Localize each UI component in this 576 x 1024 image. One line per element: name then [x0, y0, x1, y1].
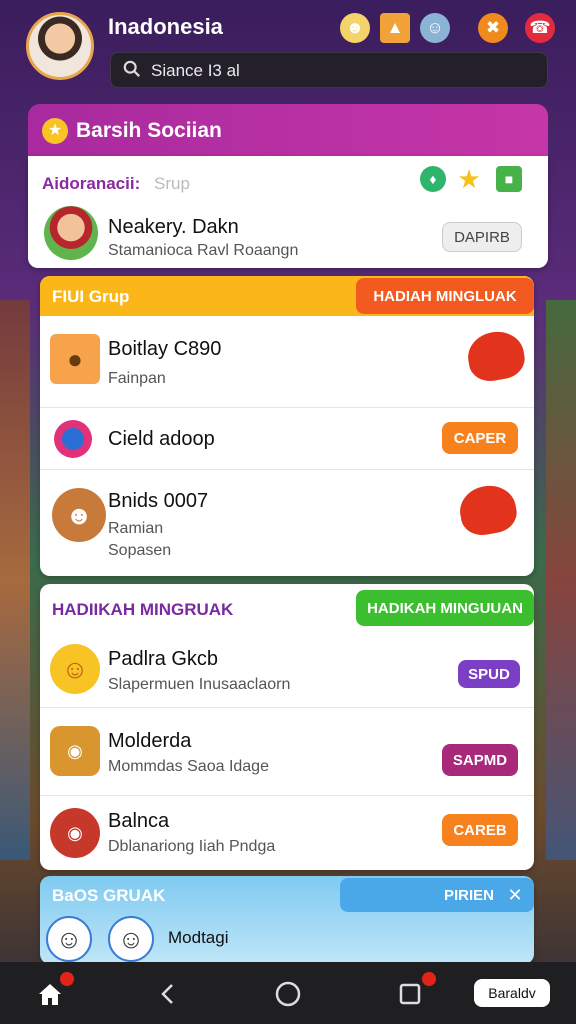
- group2-label: HADIIKAH MINGRUAK: [52, 600, 234, 619]
- admin-box: Aidoranacii: Srup ♦ ★ ■ Neakery. Dakn St…: [28, 156, 548, 268]
- item-sub: Ramian: [108, 520, 164, 537]
- friend-avatar[interactable]: ☺: [46, 916, 92, 962]
- item-button[interactable]: SAPMD: [442, 744, 518, 776]
- search-input[interactable]: [151, 58, 531, 84]
- group3-box: BaOS GRUAK PIRIEN ✕ ☺ ☺ Modtagi: [40, 876, 534, 964]
- list-item[interactable]: Cield adoop CAPER: [40, 408, 534, 470]
- recents-icon[interactable]: [394, 978, 426, 1010]
- group3-name: Modtagi: [168, 928, 229, 947]
- panel-header: ★ Barsih Sociian: [28, 104, 548, 156]
- recents-notification-dot: [422, 972, 436, 986]
- home-circle-icon[interactable]: [272, 978, 304, 1010]
- item-name: Boitlay C890: [108, 338, 222, 360]
- nav-pill-button[interactable]: Baraldv: [474, 979, 550, 1007]
- item-sub: Mommdas Saoa Idage: [108, 758, 269, 775]
- item-sub: Slapermuen Inusaaclaorn: [108, 676, 291, 693]
- list-item[interactable]: ☻ Bnids 0007 Ramian Sopasen: [40, 470, 534, 576]
- cube-icon[interactable]: ■: [496, 166, 522, 192]
- reward-heart-icon[interactable]: [464, 327, 528, 385]
- group1-box: FIUI Grup HADIAH MINGLUAK ● Boitlay C890…: [40, 276, 534, 576]
- group2-tag[interactable]: HADIKAH MINGUUAN: [356, 590, 534, 626]
- cat-avatar-icon: ●: [50, 334, 100, 384]
- pot-avatar-icon: ◉: [50, 726, 100, 776]
- reward-heart-icon[interactable]: [456, 481, 520, 539]
- user-avatar[interactable]: [44, 206, 98, 260]
- profile-avatar[interactable]: [26, 12, 94, 80]
- group1-label: FIUI Grup: [52, 287, 130, 306]
- smiley-avatar-icon: ☺: [50, 644, 100, 694]
- group2-box: HADIIKAH MINGRUAK HADIKAH MINGUUAN ☺ Pad…: [40, 584, 534, 870]
- item-name: Cield adoop: [108, 428, 215, 450]
- group1-tag[interactable]: HADIAH MINGLUAK: [356, 278, 534, 314]
- group3-label: BaOS GRUAK: [52, 886, 166, 905]
- gift-icon[interactable]: ♦: [420, 166, 446, 192]
- item-name: Balnca: [108, 810, 170, 832]
- item-button[interactable]: CAREB: [442, 814, 518, 846]
- star-icon[interactable]: ★: [456, 164, 482, 194]
- list-item[interactable]: ● Boitlay C890 Fainpan: [40, 316, 534, 408]
- list-item[interactable]: ☺ Padlra Gkcb Slapermuen Inusaaclaorn SP…: [40, 628, 534, 708]
- monkey-avatar-icon: ☻: [52, 488, 106, 542]
- admin-placeholder: Srup: [154, 174, 190, 193]
- item-name: Padlra Gkcb: [108, 648, 219, 670]
- friend-avatar-icon[interactable]: ☺: [420, 13, 450, 43]
- admin-user-button[interactable]: DAPIRB: [442, 222, 522, 252]
- header: Inadonesia ☻ ▲ ☺ ✖ ☎: [0, 0, 576, 100]
- panel-title: Barsih Sociian: [76, 119, 222, 142]
- background-art-left: [0, 300, 30, 860]
- star-icon: ★: [42, 118, 68, 144]
- item-name: Bnids 0007: [108, 490, 209, 512]
- drum-avatar-icon: ◉: [50, 808, 100, 858]
- game-icon: [54, 420, 92, 458]
- item-sub-2: Sopasen: [108, 542, 172, 559]
- baby-icon[interactable]: ☻: [340, 13, 370, 43]
- admin-user-name: Neakery. Dakn: [108, 216, 239, 238]
- item-button[interactable]: CAPER: [442, 422, 518, 454]
- item-sub: Dblanariong Iiah Pndga: [108, 838, 276, 855]
- phone-icon[interactable]: ☎: [525, 13, 555, 43]
- admin-label: Aidoranacii:: [42, 174, 141, 193]
- trophy-icon[interactable]: ▲: [380, 13, 410, 43]
- main-panel: ★ Barsih Sociian Aidoranacii: Srup ♦ ★ ■…: [28, 104, 548, 964]
- home-notification-dot: [60, 972, 74, 986]
- app-title: Inadonesia: [108, 14, 223, 39]
- list-item[interactable]: ◉ Balnca Dblanariong Iiah Pndga CAREB: [40, 796, 534, 870]
- search-icon: [123, 60, 140, 77]
- friend-avatar[interactable]: ☺: [108, 916, 154, 962]
- item-name: Molderda: [108, 730, 192, 752]
- background-art-right: [546, 300, 576, 860]
- admin-user-sub: Stamanioca Ravl Roaangn: [108, 242, 299, 259]
- back-icon[interactable]: [152, 978, 184, 1010]
- list-item[interactable]: ◉ Molderda Mommdas Saoa Idage SAPMD: [40, 708, 534, 796]
- ticket-icon[interactable]: ✖: [478, 13, 508, 43]
- item-button[interactable]: SPUD: [458, 660, 520, 688]
- search-bar[interactable]: [110, 52, 548, 88]
- close-icon[interactable]: ✕: [504, 884, 526, 906]
- item-sub: Fainpan: [108, 370, 166, 387]
